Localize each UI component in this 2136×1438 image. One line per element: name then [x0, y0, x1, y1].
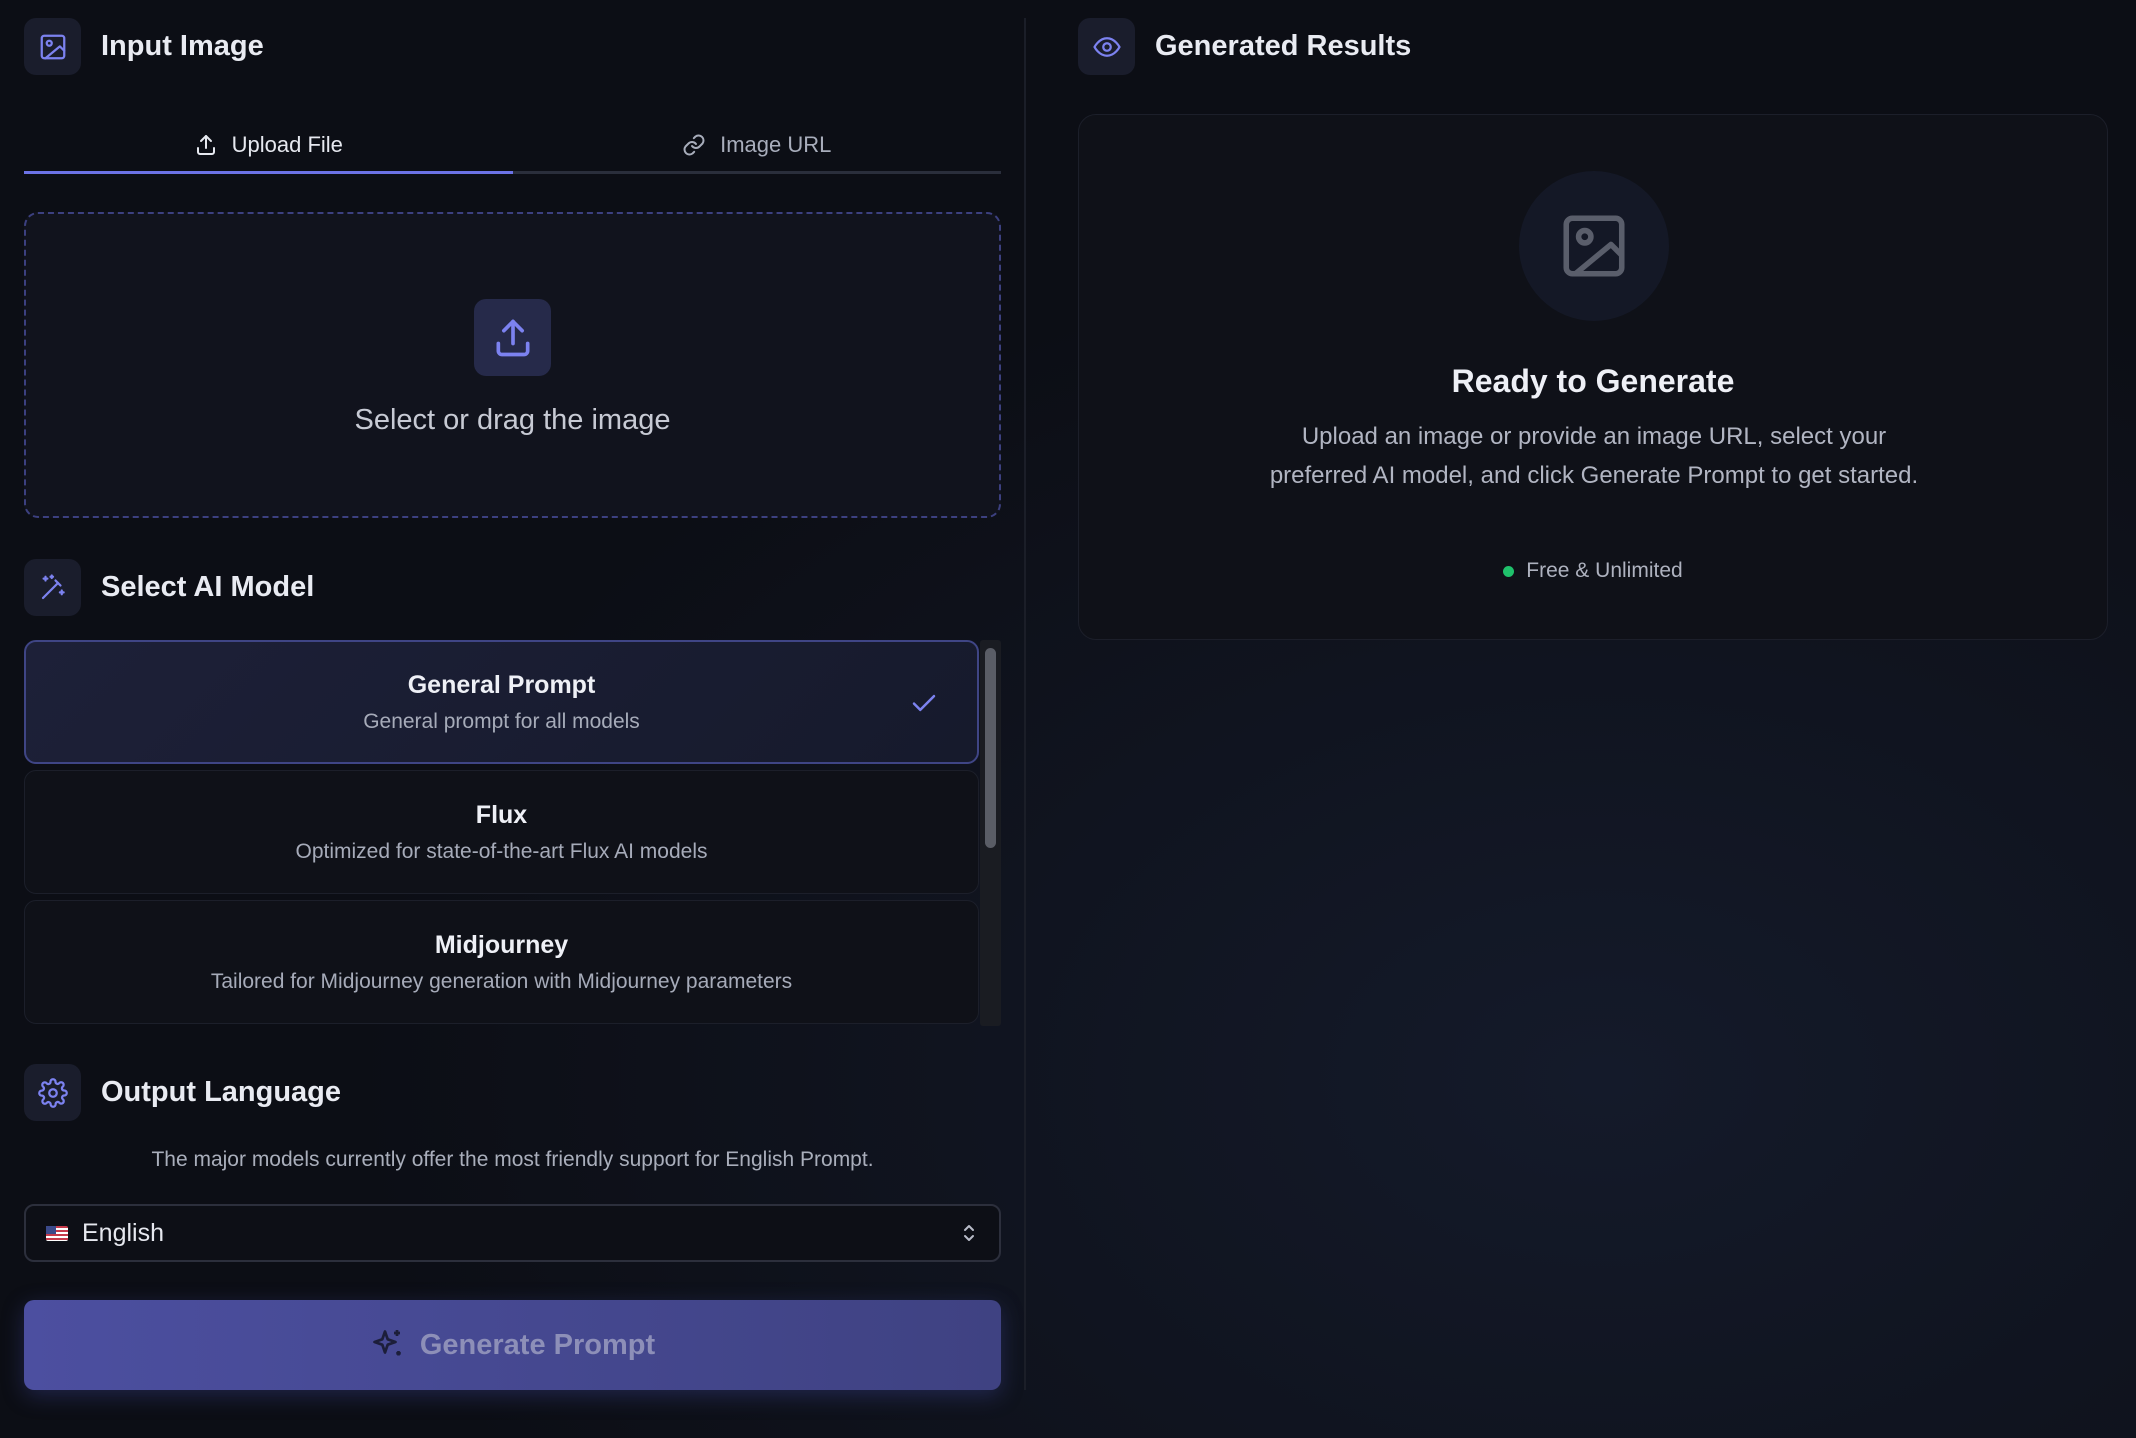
input-tabs: Upload File Image URL [24, 118, 1001, 174]
model-list-scrollbar[interactable] [980, 640, 1001, 1026]
status-dot [1503, 565, 1515, 577]
language-select-value: English [82, 1218, 164, 1247]
tab-image-url[interactable]: Image URL [513, 118, 1002, 171]
app-root: Input Image Upload File Image URL Select… [0, 0, 2136, 1438]
model-header: Select AI Model [24, 559, 314, 616]
results-title: Generated Results [1155, 30, 1412, 62]
tab-upload-file-label: Upload File [231, 131, 343, 157]
us-flag-icon [46, 1225, 68, 1241]
results-panel: Generated Results Ready to Generate Uplo… [1078, 0, 2108, 1438]
free-badge-label: Free & Unlimited [1526, 559, 1683, 582]
link-icon [683, 134, 705, 155]
results-header: Generated Results [1078, 18, 1411, 75]
model-description: Optimized for state-of-the-art Flux AI m… [295, 839, 708, 863]
model-name: General Prompt [407, 670, 596, 699]
generate-prompt-button[interactable]: Generate Prompt [24, 1300, 1001, 1390]
sparkles-icon [372, 1330, 401, 1356]
image-dropzone[interactable]: Select or drag the image [24, 212, 1001, 518]
model-option-flux[interactable]: Flux Optimized for state-of-the-art Flux… [24, 770, 979, 894]
image-icon [24, 18, 81, 75]
input-image-title: Input Image [101, 30, 264, 62]
check-icon [912, 694, 936, 712]
model-option-general-prompt[interactable]: General Prompt General prompt for all mo… [24, 640, 979, 764]
scrollbar-thumb[interactable] [985, 648, 996, 848]
language-select[interactable]: English [24, 1204, 1001, 1262]
model-description: General prompt for all models [363, 709, 640, 733]
eye-icon [1078, 18, 1135, 75]
dropzone-text: Select or drag the image [354, 404, 671, 436]
model-list: General Prompt General prompt for all mo… [24, 640, 979, 1026]
language-title: Output Language [101, 1076, 342, 1108]
results-card: Ready to Generate Upload an image or pro… [1078, 114, 2108, 640]
chevron-up-down-icon [964, 1225, 974, 1241]
tab-image-url-label: Image URL [720, 131, 832, 157]
upload-icon [196, 134, 215, 155]
column-divider [1024, 18, 1026, 1390]
language-header: Output Language [24, 1064, 341, 1121]
model-name: Flux [475, 800, 528, 829]
model-title: Select AI Model [101, 571, 315, 603]
upload-icon [474, 299, 551, 376]
magic-wand-icon [24, 559, 81, 616]
model-name: Midjourney [434, 930, 569, 959]
input-panel: Input Image Upload File Image URL Select… [24, 0, 1001, 1438]
ready-description: Upload an image or provide an image URL,… [1269, 423, 1919, 489]
input-image-header: Input Image [24, 18, 264, 75]
tab-upload-file[interactable]: Upload File [24, 118, 513, 174]
gear-icon [24, 1064, 81, 1121]
free-badge: Free & Unlimited [1079, 559, 2107, 583]
model-option-midjourney[interactable]: Midjourney Tailored for Midjourney gener… [24, 900, 979, 1024]
image-placeholder-icon [1519, 171, 1669, 321]
ready-title: Ready to Generate [1451, 363, 1735, 399]
language-note: The major models currently offer the mos… [151, 1148, 874, 1171]
generate-prompt-label: Generate Prompt [419, 1328, 656, 1361]
model-description: Tailored for Midjourney generation with … [210, 969, 793, 993]
